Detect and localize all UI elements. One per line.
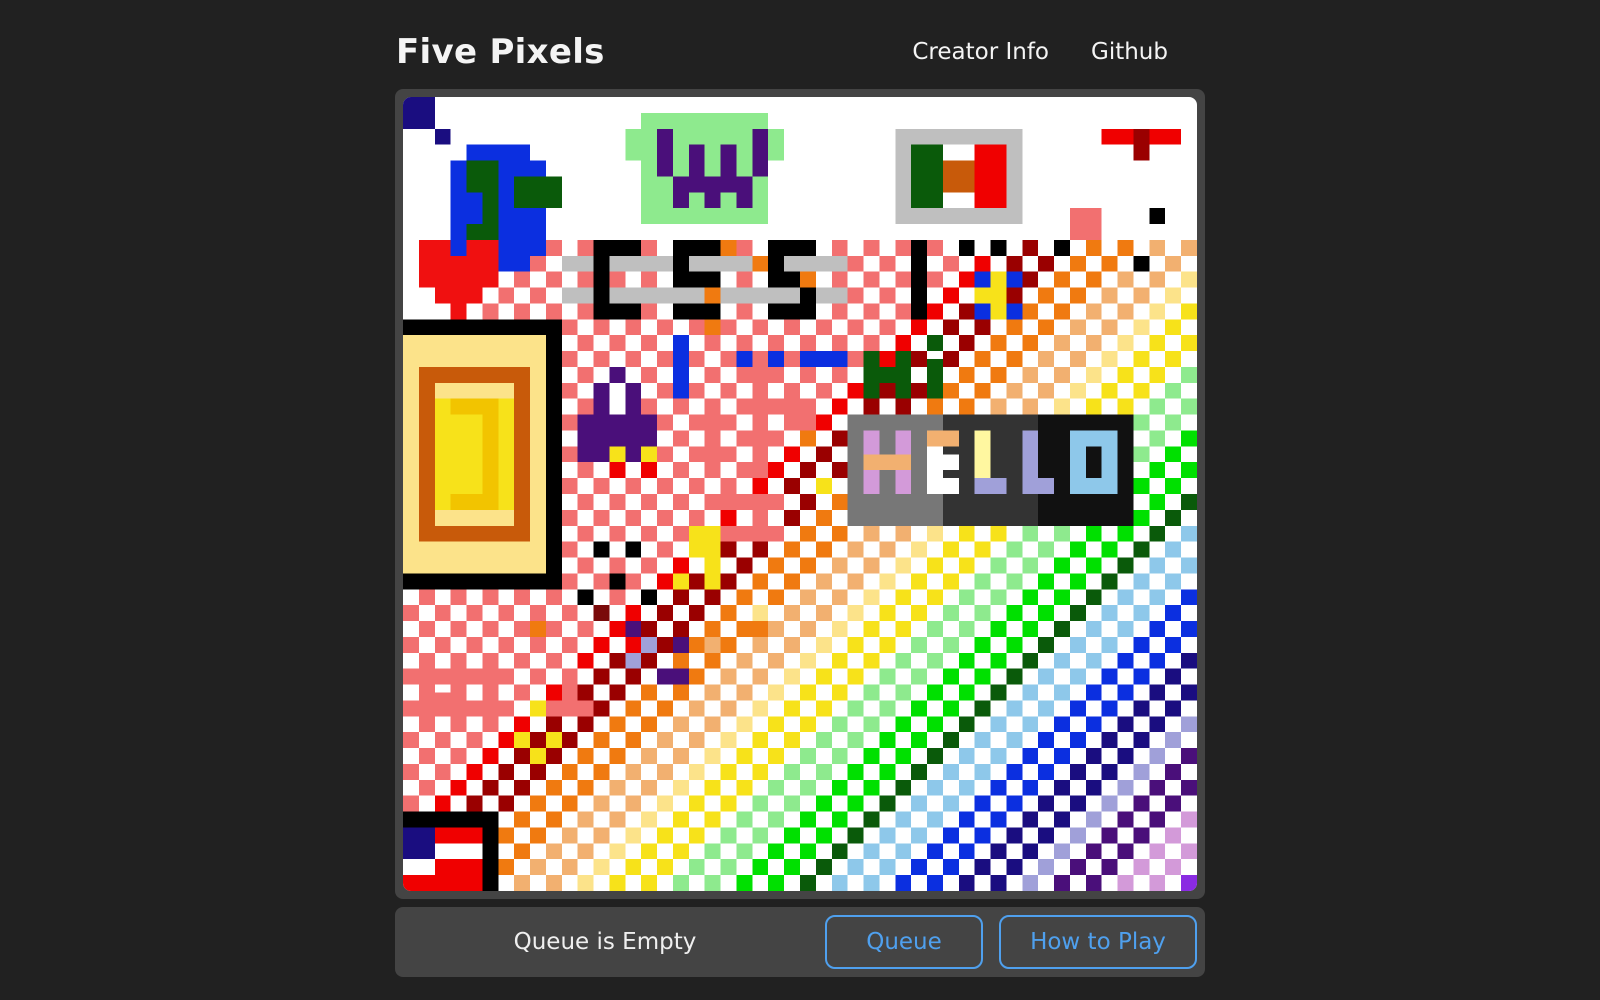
queue-button[interactable]: Queue xyxy=(825,915,983,969)
board-frame xyxy=(395,89,1205,899)
footer-bar: Queue is Empty Queue How to Play xyxy=(395,907,1205,977)
pixel-art[interactable] xyxy=(403,97,1197,891)
top-nav: Creator Info Github xyxy=(912,39,1168,65)
pixel-canvas[interactable] xyxy=(403,97,1197,891)
github-link[interactable]: Github xyxy=(1091,39,1168,65)
creator-info-link[interactable]: Creator Info xyxy=(912,39,1049,65)
queue-status: Queue is Empty xyxy=(513,929,697,955)
app-title: Five Pixels xyxy=(396,32,605,72)
how-to-play-button[interactable]: How to Play xyxy=(999,915,1197,969)
header: Five Pixels Creator Info Github xyxy=(396,24,1186,80)
